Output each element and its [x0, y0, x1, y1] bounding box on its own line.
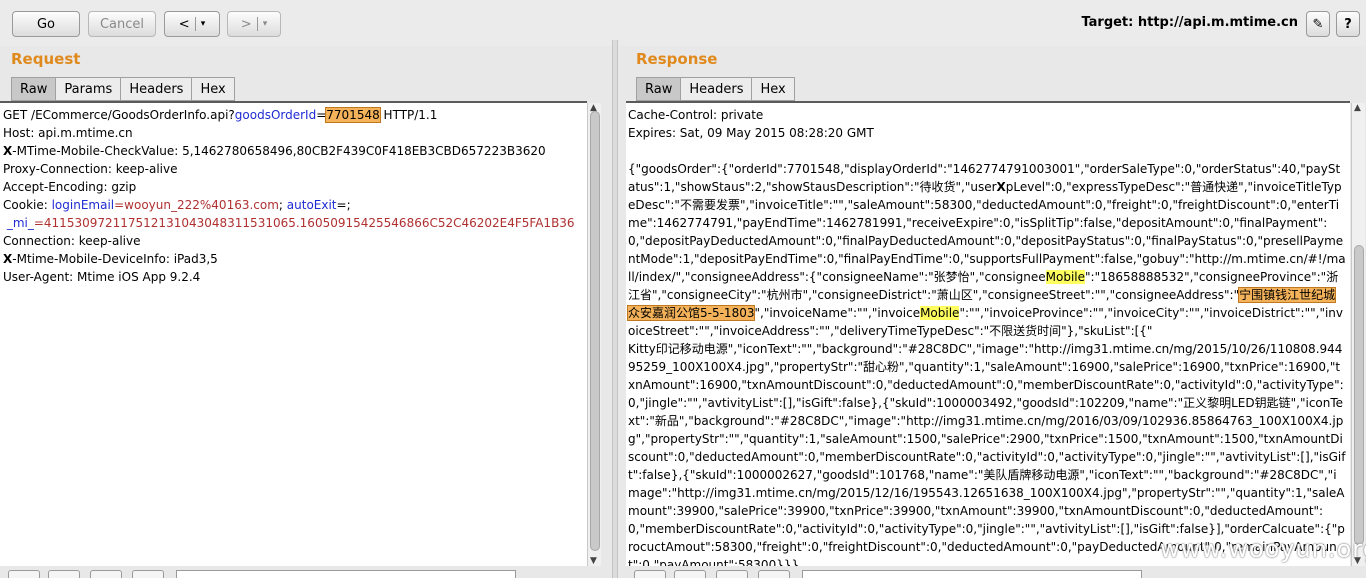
search-input[interactable] — [802, 570, 1142, 578]
cookie-key-autoexit: autoExit — [286, 198, 337, 212]
request-search-bar — [0, 568, 587, 578]
request-scroll-thumb[interactable] — [590, 111, 600, 551]
header-proxy: Proxy-Connection: keep-alive — [3, 162, 178, 176]
request-scrollbar[interactable]: ▲ ▼ — [587, 103, 601, 566]
response-tabs: Raw Headers Hex — [636, 77, 795, 101]
search-help-button[interactable] — [634, 570, 666, 578]
request-protocol: HTTP/1.1 — [379, 108, 438, 122]
search-prev-button[interactable] — [674, 570, 706, 578]
header-cookie: Cookie: loginEmail=wooyun_222%40163.com;… — [3, 198, 351, 212]
search-input[interactable] — [176, 570, 516, 578]
response-scroll-thumb[interactable] — [1354, 245, 1364, 545]
param-name: goodsOrderId — [234, 108, 317, 122]
pencil-icon: ✎ — [1312, 16, 1324, 32]
back-button[interactable]: < ▾ — [164, 11, 220, 37]
header-checkvalue: X-MTime-Mobile-CheckValue: 5,14627806584… — [3, 144, 546, 158]
tab-request-params[interactable]: Params — [56, 77, 122, 101]
cookie-prefix: Cookie: — [3, 198, 52, 212]
highlight-mobile-1: Mobile — [1045, 270, 1086, 284]
search-help-button[interactable] — [8, 570, 40, 578]
go-button[interactable]: Go — [12, 11, 80, 37]
header-useragent: User-Agent: Mtime iOS App 9.2.4 — [3, 270, 201, 284]
back-separator — [194, 17, 196, 31]
forward-button[interactable]: > ▾ — [227, 11, 281, 37]
search-add-button[interactable] — [716, 570, 748, 578]
header-cache: Cache-Control: private — [628, 108, 764, 122]
scroll-up-icon[interactable]: ▲ — [1354, 103, 1361, 113]
param-eq: = — [316, 108, 327, 122]
forward-separator — [256, 17, 258, 31]
tab-request-raw[interactable]: Raw — [11, 77, 57, 101]
cookie-mi: _mi_=411530972117512131043048311531065.1… — [3, 216, 575, 230]
edit-target-button[interactable]: ✎ — [1306, 11, 1330, 37]
cancel-button[interactable]: Cancel — [88, 11, 156, 37]
toolbar: Go Cancel < ▾ > ▾ Target: http://api.m.mti… — [0, 0, 1366, 46]
cookie-key-email: loginEmail — [51, 198, 115, 212]
header-checkvalue-rest: -MTime-Mobile-CheckValue: 5,146278065849… — [12, 144, 546, 158]
tab-response-raw[interactable]: Raw — [636, 77, 682, 101]
body-part-e: ":"","invoiceProvince":"","invoiceCity":… — [628, 306, 1346, 566]
header-encoding: Accept-Encoding: gzip — [3, 180, 137, 194]
request-title: Request — [11, 50, 81, 68]
param-value-highlight: 7701548 — [325, 107, 381, 123]
header-checkvalue-x: X — [3, 144, 13, 158]
highlight-mobile-2: Mobile — [920, 306, 960, 320]
help-button[interactable]: ? — [1336, 11, 1360, 37]
search-next-button[interactable] — [758, 570, 790, 578]
tab-request-headers[interactable]: Headers — [121, 77, 193, 101]
back-arrow-icon: < — [178, 16, 190, 32]
response-viewer[interactable]: Cache-Control: private Expires: Sat, 09 … — [626, 101, 1350, 566]
cookie-sep: ; — [278, 198, 287, 212]
header-deviceinfo: X-Mtime-Mobile-DeviceInfo: iPad3,5 — [3, 252, 218, 266]
scroll-down-icon[interactable]: ▼ — [590, 556, 597, 566]
request-editor[interactable]: GET /ECommerce/GoodsOrderInfo.api?goodsO… — [0, 101, 587, 566]
tab-response-hex[interactable]: Hex — [752, 77, 795, 101]
target-label: Target: http://api.m.mtime.cn — [1081, 15, 1298, 30]
request-tabs: Raw Params Headers Hex — [11, 77, 235, 101]
response-search-bar — [626, 568, 1350, 578]
watermark: www.wooyun.org — [1160, 535, 1366, 563]
help-icon: ? — [1344, 16, 1352, 32]
cookie-key-mi: _mi_ — [3, 216, 34, 230]
header-host: Host: api.m.mtime.cn — [3, 126, 133, 140]
header-deviceinfo-x: X — [3, 252, 13, 266]
cookie-value-email: =wooyun_222%40163.com — [114, 198, 279, 212]
header-expires: Expires: Sat, 09 May 2015 08:28:20 GMT — [628, 126, 874, 140]
body-bold-x: X — [996, 180, 1006, 194]
body-part-d: ","invoiceName":"","invoice — [754, 306, 921, 320]
chevron-down-icon: ▾ — [200, 19, 206, 29]
tab-response-headers[interactable]: Headers — [681, 77, 753, 101]
header-connection: Connection: keep-alive — [3, 234, 141, 248]
forward-arrow-icon: > — [240, 16, 252, 32]
chevron-down-icon: ▾ — [262, 19, 268, 29]
tab-request-hex[interactable]: Hex — [192, 77, 235, 101]
request-line: GET /ECommerce/GoodsOrderInfo.api?goodsO… — [3, 107, 438, 123]
split-divider[interactable] — [612, 40, 618, 578]
cookie-value-autoexit: =; — [336, 198, 351, 212]
body-part-b: pLevel":0,"expressTypeDesc":"普通快递","invo… — [628, 180, 1346, 284]
response-body: {"goodsOrder":{"orderId":7701548,"displa… — [626, 162, 1346, 566]
request-method-path: GET /ECommerce/GoodsOrderInfo.api? — [3, 108, 235, 122]
cookie-value-mi: =411530972117512131043048311531065.16050… — [33, 216, 575, 230]
response-scrollbar[interactable]: ▲ ▼ — [1351, 103, 1365, 566]
search-prev-button[interactable] — [48, 570, 80, 578]
header-deviceinfo-rest: -Mtime-Mobile-DeviceInfo: iPad3,5 — [12, 252, 218, 266]
search-next-button[interactable] — [132, 570, 164, 578]
response-title: Response — [636, 50, 718, 68]
search-add-button[interactable] — [90, 570, 122, 578]
